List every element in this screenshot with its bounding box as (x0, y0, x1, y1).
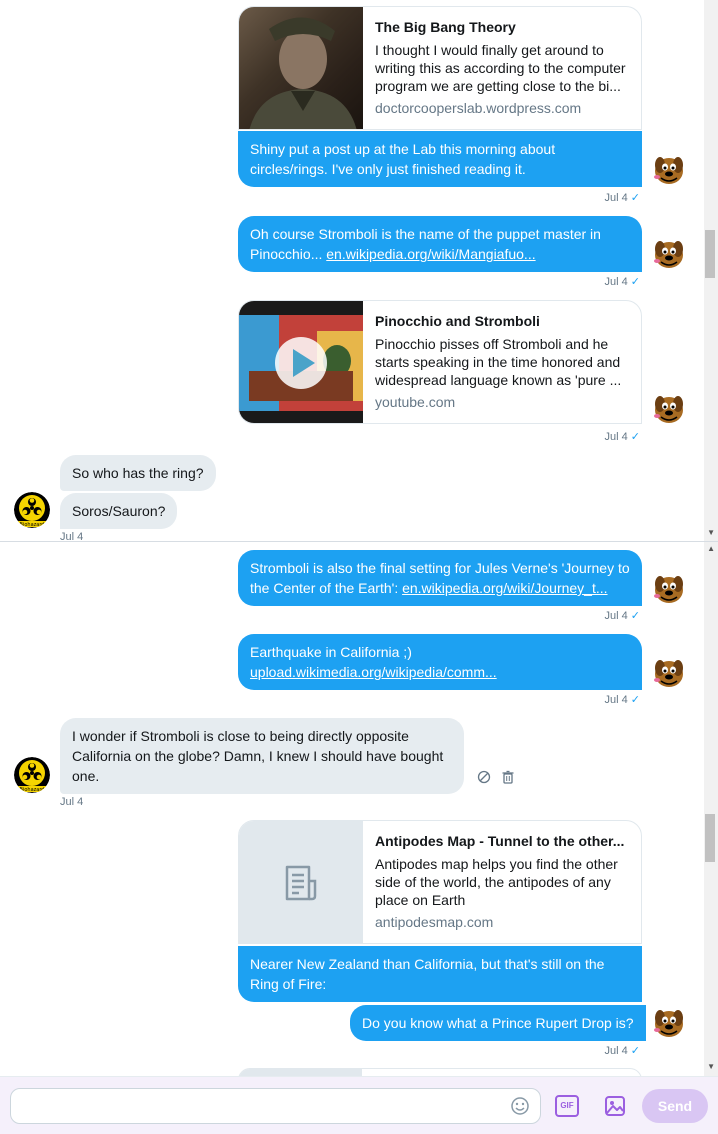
image-icon[interactable] (601, 1092, 629, 1120)
user-avatar-scooby[interactable] (651, 570, 687, 606)
user-avatar-scooby[interactable] (651, 235, 687, 271)
message-text: Do you know what a Prince Rupert Drop is… (362, 1015, 634, 1031)
send-button[interactable]: Send (642, 1089, 708, 1123)
avatar-badge-text: Biohazard (20, 787, 45, 793)
incoming-message[interactable]: Soros/Sauron? (60, 493, 178, 529)
message-meta: Jul 4 ✓ (604, 610, 640, 622)
message-meta: Jul 4 ✓ (604, 192, 640, 204)
card-description: Antipodes map helps you find the other s… (375, 856, 618, 908)
outgoing-message[interactable]: Nearer New Zealand than California, but … (238, 946, 642, 1002)
card-thumbnail-video (239, 301, 363, 423)
scroll-down-arrow-icon[interactable]: ▼ (707, 1062, 715, 1071)
card-title: Pinocchio and Stromboli (375, 313, 540, 329)
outgoing-message[interactable]: Earthquake in California ;) upload.wikim… (238, 634, 642, 690)
scrollbar-bottom-pane[interactable] (704, 542, 718, 1076)
read-check-icon: ✓ (630, 431, 640, 443)
card-title: Antipodes Map - Tunnel to the other... (375, 833, 625, 849)
link-card-pinocchio[interactable]: Pinocchio and Stromboli Pinocchio pisses… (238, 300, 642, 424)
card-domain: youtube.com (375, 394, 456, 410)
read-check-icon: ✓ (630, 610, 640, 622)
emoji-icon[interactable] (506, 1092, 534, 1120)
message-text: Earthquake in California ;) (250, 644, 412, 660)
card-domain: antipodesmap.com (375, 914, 494, 930)
card-description: Pinocchio pisses off Stromboli and he st… (375, 336, 622, 388)
card-description: I thought I would finally get around to … (375, 42, 626, 94)
card-domain: doctorcooperslab.wordpress.com (375, 100, 582, 116)
outgoing-message[interactable]: Oh course Stromboli is the name of the p… (238, 216, 642, 272)
contact-avatar-biohazard[interactable]: Biohazard (14, 757, 50, 793)
message-text: Soros/Sauron? (72, 503, 166, 519)
message-meta: Jul 4 ✓ (604, 694, 640, 706)
read-check-icon: ✓ (630, 694, 640, 706)
link-card-antipodes[interactable]: Antipodes Map - Tunnel to the other... A… (238, 820, 642, 944)
user-avatar-scooby[interactable] (651, 390, 687, 426)
message-text: I wonder if Stromboli is close to being … (72, 728, 444, 784)
incoming-message[interactable]: So who has the ring? (60, 455, 216, 491)
scroll-down-arrow-icon[interactable]: ▼ (707, 528, 715, 537)
message-link[interactable]: upload.wikimedia.org/wikipedia/comm... (250, 664, 497, 680)
link-card-big-bang-theory[interactable]: The Big Bang Theory I thought I would fi… (238, 6, 642, 130)
user-avatar-scooby[interactable] (651, 151, 687, 187)
gif-icon[interactable]: GIF (553, 1092, 581, 1120)
scroll-up-arrow-icon[interactable]: ▲ (707, 544, 715, 553)
message-input[interactable] (10, 1088, 541, 1124)
document-icon (285, 865, 317, 901)
message-link[interactable]: en.wikipedia.org/wiki/Journey_t... (402, 580, 607, 596)
message-link[interactable]: en.wikipedia.org/wiki/Mangiafuo... (326, 246, 535, 262)
outgoing-message[interactable]: Shiny put a post up at the Lab this morn… (238, 131, 642, 187)
incoming-message[interactable]: I wonder if Stromboli is close to being … (60, 718, 464, 794)
message-text: So who has the ring? (72, 465, 204, 481)
pane-divider (0, 541, 718, 542)
message-meta: Jul 4 ✓ (604, 1045, 640, 1057)
read-check-icon: ✓ (630, 192, 640, 204)
avatar-badge-text: Biohazard (20, 522, 45, 528)
scrollbar-thumb[interactable] (705, 814, 715, 862)
message-meta: Jul 4 ✓ (604, 276, 640, 288)
card-thumbnail-placeholder (239, 821, 363, 943)
user-avatar-scooby[interactable] (651, 1004, 687, 1040)
message-composer: GIF Send (0, 1076, 718, 1134)
scrollbar-thumb[interactable] (705, 230, 715, 278)
read-check-icon: ✓ (630, 1045, 640, 1057)
outgoing-message[interactable]: Do you know what a Prince Rupert Drop is… (350, 1005, 646, 1041)
card-title: The Big Bang Theory (375, 19, 516, 35)
user-avatar-scooby[interactable] (651, 654, 687, 690)
message-meta: Jul 4 ✓ (604, 431, 640, 443)
read-check-icon: ✓ (630, 276, 640, 288)
card-thumbnail-portrait (239, 7, 363, 129)
contact-avatar-biohazard[interactable]: Biohazard (14, 492, 50, 528)
message-text: Nearer New Zealand than California, but … (250, 956, 605, 992)
message-text: Shiny put a post up at the Lab this morn… (250, 141, 556, 177)
outgoing-message[interactable]: Stromboli is also the final setting for … (238, 550, 642, 606)
delete-trash-icon[interactable] (494, 763, 522, 791)
message-meta: Jul 4 (60, 796, 84, 808)
gif-label: GIF (555, 1095, 579, 1117)
